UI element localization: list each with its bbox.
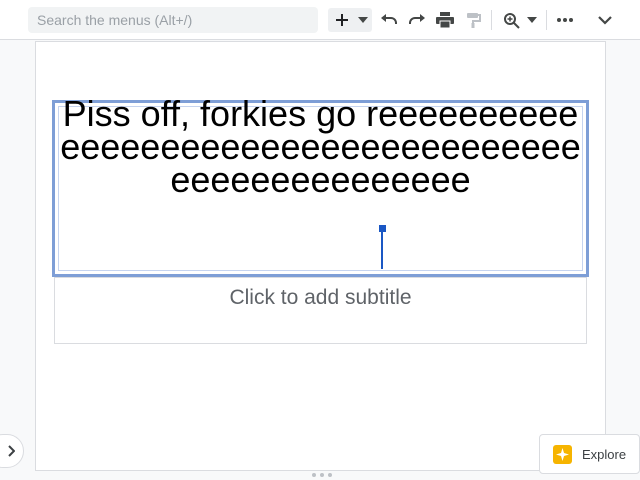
zoom-dropdown[interactable] bbox=[524, 8, 540, 32]
new-slide-button[interactable] bbox=[332, 8, 352, 32]
subtitle-placeholder-text: Click to add subtitle bbox=[229, 286, 412, 309]
toolbar-divider bbox=[546, 10, 547, 30]
print-button[interactable] bbox=[434, 8, 456, 32]
drag-dot bbox=[312, 473, 316, 477]
chevron-right-icon bbox=[8, 445, 15, 457]
title-textbox[interactable]: Piss off, forkies go reeeeeeeeeeeeeeeeee… bbox=[52, 96, 589, 277]
drag-dot bbox=[328, 473, 332, 477]
collapse-chevron-icon bbox=[598, 15, 612, 25]
undo-button[interactable] bbox=[378, 8, 400, 32]
plus-icon bbox=[336, 14, 348, 26]
new-slide-dropdown[interactable] bbox=[354, 8, 372, 32]
paint-format-icon bbox=[467, 13, 481, 28]
toolbar-divider bbox=[491, 10, 492, 30]
explore-button[interactable]: Explore bbox=[539, 434, 640, 474]
drag-dot bbox=[320, 473, 324, 477]
undo-icon bbox=[381, 14, 397, 24]
zoom-icon bbox=[503, 12, 520, 29]
zoom-button[interactable] bbox=[500, 8, 522, 32]
explore-icon bbox=[553, 445, 572, 464]
title-text[interactable]: Piss off, forkies go reeeeeeeeeeeeeeeeee… bbox=[55, 96, 586, 198]
explore-label: Explore bbox=[582, 447, 627, 462]
show-side-panel-button[interactable] bbox=[0, 434, 24, 468]
toolbar: Search the menus (Alt+/) bbox=[0, 0, 640, 40]
redo-button[interactable] bbox=[406, 8, 428, 32]
redo-icon bbox=[409, 14, 425, 24]
speaker-notes-drag-handle[interactable] bbox=[312, 473, 332, 477]
more-icon bbox=[557, 18, 573, 22]
more-options-button[interactable] bbox=[554, 8, 576, 32]
dropdown-caret-icon bbox=[358, 17, 368, 23]
print-icon bbox=[436, 12, 454, 28]
paint-format-button[interactable] bbox=[462, 8, 484, 32]
search-menus-input[interactable]: Search the menus (Alt+/) bbox=[28, 7, 318, 33]
dropdown-caret-icon bbox=[527, 17, 537, 23]
subtitle-placeholder-box[interactable]: Click to add subtitle bbox=[54, 277, 587, 344]
text-cursor bbox=[381, 230, 383, 269]
collapse-toolbar-button[interactable] bbox=[594, 8, 616, 32]
